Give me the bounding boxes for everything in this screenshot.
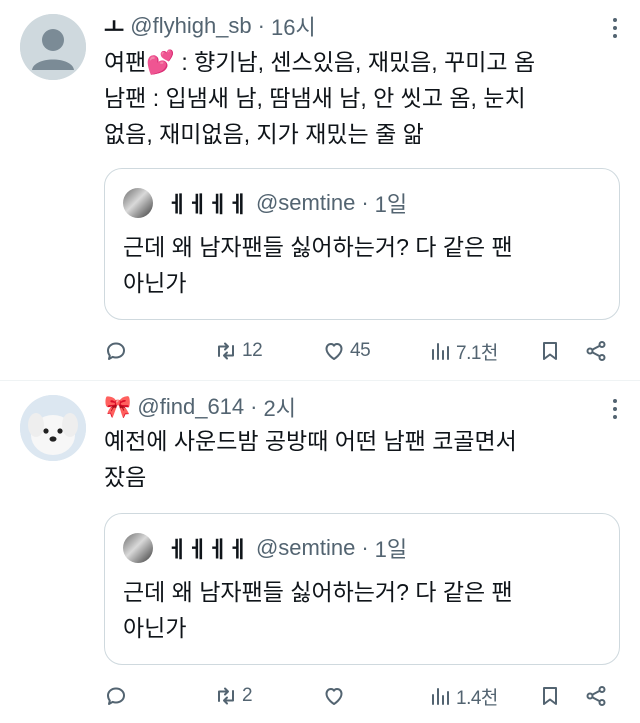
retweet-count: 12 [242,340,263,361]
views-button[interactable]: 7.1천 [428,336,498,366]
quoted-tweet-text: 근데 왜 남자팬들 싫어하는거? 다 같은 팬 아닌가 [123,229,601,301]
share-button[interactable] [584,681,608,711]
heart-emoji: 💕 [146,49,175,75]
quoted-avatar [123,533,153,563]
retweet-button[interactable]: 12 [214,336,263,366]
separator-dot: · [257,13,265,38]
action-bar: 2 1.4천 [104,681,620,711]
quoted-text-line: 아닌가 [123,270,187,296]
quoted-tweet-header: ㅔㅔㅔㅔ @semtine · 1일 [123,532,407,564]
tweet-text-line: 남팬 : 입냄새 남, 땀냄새 남, 안 씻고 옴, 눈치 [104,85,526,111]
reply-button[interactable] [104,336,128,366]
tweet-text: 예전에 사운드밤 공방때 어떤 남팬 코골면서 잤음 [104,423,610,495]
avatar-default[interactable] [20,14,86,80]
display-name[interactable]: 🎀 [104,394,131,420]
like-icon [325,343,343,360]
quoted-display-name: ㅔㅔㅔㅔ [167,537,248,562]
bookmark-button[interactable] [538,336,562,366]
like-button[interactable]: 45 [322,336,371,366]
bookmark-icon [543,342,557,360]
views-icon [432,343,449,360]
tweet-text: 여팬💕 : 향기남, 센스있음, 재밌음, 꾸미고 옴 남팬 : 입냄새 남, … [104,44,610,152]
views-icon [432,688,449,705]
quoted-timestamp: 1일 [374,537,408,562]
dog-avatar-icon [20,395,86,461]
timestamp[interactable]: 16시 [271,10,316,42]
reply-icon [107,342,125,360]
quoted-text-line: 근데 왜 남자팬들 싫어하는거? 다 같은 팬 [123,579,513,605]
avatar-dog[interactable] [20,395,86,461]
user-handle[interactable]: @flyhigh_sb [130,13,251,39]
more-icon[interactable] [612,18,618,42]
quoted-text-line: 아닌가 [123,615,187,641]
share-button[interactable] [584,336,608,366]
like-count: 45 [350,340,371,361]
share-icon [586,686,606,706]
tweet-header: ㅗ @flyhigh_sb · 16시 [104,12,316,40]
quoted-avatar [123,188,153,218]
quoted-tweet[interactable]: ㅔㅔㅔㅔ @semtine · 1일 근데 왜 남자팬들 싫어하는거? 다 같은… [104,513,620,665]
tweet-text-line: 없음, 재미없음, 지가 재밌는 줄 앎 [104,121,424,147]
retweet-icon [218,687,234,705]
retweet-count: 2 [242,685,253,706]
quoted-user-handle: @semtine [255,190,356,215]
quoted-tweet-header: ㅔㅔㅔㅔ @semtine · 1일 [123,187,407,219]
tweet[interactable]: ㅗ @flyhigh_sb · 16시 여팬💕 : 향기남, 센스있음, 재밌음… [0,0,640,380]
view-count: 7.1천 [456,342,498,364]
tweet-text-line: 여팬💕 : 향기남, 센스있음, 재밌음, 꾸미고 옴 [104,44,610,80]
reply-icon [107,687,125,705]
tweet[interactable]: 🎀 @find_614 · 2시 예전에 사운드밤 공방때 어떤 남팬 코골면서… [0,380,640,723]
retweet-button[interactable]: 2 [214,681,253,711]
action-bar: 12 45 7.1천 [104,336,620,366]
timestamp[interactable]: 2시 [263,391,295,423]
user-handle[interactable]: @find_614 [137,394,244,420]
tweet-header: 🎀 @find_614 · 2시 [104,393,296,421]
quoted-user-handle: @semtine [255,535,356,560]
quoted-text-line: 근데 왜 남자팬들 싫어하는거? 다 같은 팬 [123,234,513,260]
quoted-display-name: ㅔㅔㅔㅔ [167,192,248,217]
like-icon [325,688,343,705]
separator-dot: · [361,535,369,560]
quoted-tweet-text: 근데 왜 남자팬들 싫어하는거? 다 같은 팬 아닌가 [123,574,601,646]
bookmark-button[interactable] [538,681,562,711]
tweet-text-line: 잤음 [104,464,147,490]
like-button[interactable] [322,681,350,711]
tweet-text-segment: : 향기남, 센스있음, 재밌음, 꾸미고 옴 [181,49,536,75]
retweet-icon [218,342,234,360]
view-count: 1.4천 [456,687,498,709]
tweet-text-segment: 여팬 [104,49,147,75]
bookmark-icon [543,687,557,705]
share-icon [586,341,606,361]
quoted-timestamp: 1일 [374,192,408,217]
reply-button[interactable] [104,681,128,711]
quoted-tweet[interactable]: ㅔㅔㅔㅔ @semtine · 1일 근데 왜 남자팬들 싫어하는거? 다 같은… [104,168,620,320]
tweet-text-line: 예전에 사운드밤 공방때 어떤 남팬 코골면서 [104,428,517,454]
display-name[interactable]: ㅗ [104,10,124,42]
views-button[interactable]: 1.4천 [428,681,498,711]
separator-dot: · [250,394,258,419]
separator-dot: · [361,190,369,215]
more-icon[interactable] [612,399,618,423]
default-avatar-icon [20,14,86,80]
